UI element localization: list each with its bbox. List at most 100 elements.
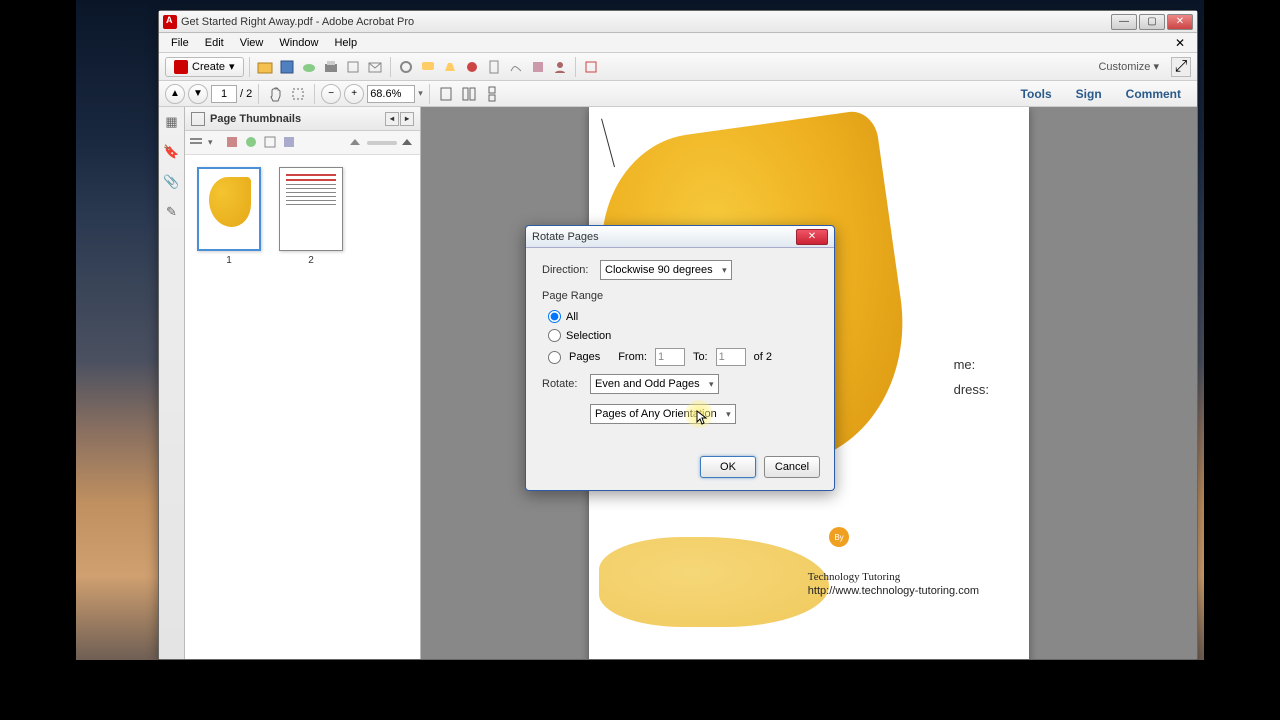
left-rail: ▦ 🔖 📎 ✎ bbox=[159, 107, 185, 659]
fit-width-icon[interactable] bbox=[436, 84, 456, 104]
tools-tab[interactable]: Tools bbox=[1011, 84, 1062, 104]
save-icon[interactable] bbox=[277, 57, 297, 77]
tool4-icon[interactable] bbox=[282, 135, 298, 151]
scroll-icon[interactable] bbox=[482, 84, 502, 104]
page-input[interactable] bbox=[211, 85, 237, 103]
menu-file[interactable]: File bbox=[163, 35, 197, 51]
maximize-button[interactable]: ▢ bbox=[1139, 14, 1165, 30]
of-label: of 2 bbox=[754, 351, 772, 363]
dialog-title: Rotate Pages bbox=[532, 231, 796, 243]
sign-tab[interactable]: Sign bbox=[1066, 84, 1112, 104]
thumbnail-2[interactable]: 2 bbox=[279, 167, 343, 266]
email-icon[interactable] bbox=[365, 57, 385, 77]
menu-view[interactable]: View bbox=[232, 35, 272, 51]
menu-help[interactable]: Help bbox=[326, 35, 365, 51]
radio-pages[interactable] bbox=[548, 351, 561, 364]
cancel-button[interactable]: Cancel bbox=[764, 456, 820, 478]
user-icon[interactable] bbox=[550, 57, 570, 77]
tool3-icon[interactable] bbox=[263, 135, 279, 151]
zoom-out-button[interactable]: − bbox=[321, 84, 341, 104]
menu-window[interactable]: Window bbox=[271, 35, 326, 51]
zoom-chevron-icon[interactable]: ▾ bbox=[418, 88, 423, 99]
fit-page-icon[interactable] bbox=[459, 84, 479, 104]
from-input[interactable] bbox=[655, 348, 685, 366]
tool1-icon[interactable] bbox=[225, 135, 241, 151]
thumbnails-toolbar: ▾ bbox=[185, 131, 420, 155]
rotate-select[interactable]: Even and Odd Pages bbox=[590, 374, 719, 394]
thumb-label: 2 bbox=[308, 255, 314, 266]
print-icon[interactable] bbox=[321, 57, 341, 77]
zoom-input[interactable] bbox=[367, 85, 415, 103]
bookmark-icon[interactable]: 🔖 bbox=[163, 143, 181, 161]
panel-next-icon[interactable]: ▸ bbox=[400, 112, 414, 126]
thumbnail-1[interactable]: 1 bbox=[197, 167, 261, 266]
footer-name: Technology Tutoring bbox=[808, 571, 979, 583]
titlebar: Get Started Right Away.pdf - Adobe Acrob… bbox=[159, 11, 1197, 33]
minimize-button[interactable]: — bbox=[1111, 14, 1137, 30]
stamp-icon[interactable] bbox=[462, 57, 482, 77]
tool2-icon[interactable] bbox=[244, 135, 260, 151]
thumbnails-header: Page Thumbnails ◂ ▸ bbox=[185, 107, 420, 131]
nav-toolbar: ▲ ▼ / 2 − + ▾ Tools Sign Comment bbox=[159, 81, 1197, 107]
menu-edit[interactable]: Edit bbox=[197, 35, 232, 51]
create-label: Create bbox=[192, 61, 225, 73]
sign-icon[interactable] bbox=[506, 57, 526, 77]
zoom-slider[interactable] bbox=[367, 141, 397, 145]
prev-page-button[interactable]: ▲ bbox=[165, 84, 185, 104]
panel-prev-icon[interactable]: ◂ bbox=[385, 112, 399, 126]
crop-icon[interactable] bbox=[581, 57, 601, 77]
options-icon[interactable] bbox=[189, 135, 205, 151]
main-toolbar: Create ▾ Customize ▾ ⤢ bbox=[159, 53, 1197, 81]
dialog-titlebar[interactable]: Rotate Pages ✕ bbox=[526, 226, 834, 248]
footer-url: http://www.technology-tutoring.com bbox=[808, 585, 979, 597]
rotate-label: Rotate: bbox=[542, 378, 582, 390]
comment-tab[interactable]: Comment bbox=[1116, 84, 1191, 104]
direction-select[interactable]: Clockwise 90 degrees bbox=[600, 260, 732, 280]
doc-close-icon[interactable]: ✕ bbox=[1167, 34, 1193, 52]
panel-title: Page Thumbnails bbox=[210, 113, 301, 125]
direction-label: Direction: bbox=[542, 264, 592, 276]
thumb-label: 1 bbox=[226, 255, 232, 266]
pdf-icon bbox=[174, 60, 188, 74]
zoom-in-button[interactable]: + bbox=[344, 84, 364, 104]
thumbnails-panel: Page Thumbnails ◂ ▸ ▾ bbox=[185, 107, 421, 659]
zoom-sm-icon[interactable] bbox=[348, 135, 364, 151]
attach-icon[interactable] bbox=[484, 57, 504, 77]
page-total: 2 bbox=[246, 88, 252, 100]
chevron-down-icon: ▾ bbox=[229, 60, 235, 73]
customize-button[interactable]: Customize ▾ bbox=[1092, 58, 1165, 75]
share-icon[interactable] bbox=[343, 57, 363, 77]
attachment-icon[interactable]: 📎 bbox=[163, 173, 181, 191]
orientation-select[interactable]: Pages of Any Orientation bbox=[590, 404, 736, 424]
ok-button[interactable]: OK bbox=[700, 456, 756, 478]
radio-all-label: All bbox=[566, 311, 578, 323]
window-title: Get Started Right Away.pdf - Adobe Acrob… bbox=[181, 16, 1111, 28]
create-button[interactable]: Create ▾ bbox=[165, 57, 244, 77]
comment-icon[interactable] bbox=[418, 57, 438, 77]
radio-all[interactable] bbox=[548, 310, 561, 323]
close-button[interactable]: ✕ bbox=[1167, 14, 1193, 30]
gear-icon[interactable] bbox=[396, 57, 416, 77]
to-label: To: bbox=[693, 351, 708, 363]
radio-selection[interactable] bbox=[548, 329, 561, 342]
dialog-close-button[interactable]: ✕ bbox=[796, 229, 828, 245]
signature-icon[interactable]: ✎ bbox=[163, 203, 181, 221]
zoom-lg-icon[interactable] bbox=[400, 135, 416, 151]
thumbnails-icon[interactable]: ▦ bbox=[163, 113, 181, 131]
next-page-button[interactable]: ▼ bbox=[188, 84, 208, 104]
from-label: From: bbox=[618, 351, 647, 363]
field-address: dress: bbox=[954, 382, 989, 397]
app-icon bbox=[163, 15, 177, 29]
expand-icon[interactable]: ⤢ bbox=[1171, 57, 1191, 77]
select-tool-icon[interactable] bbox=[288, 84, 308, 104]
by-badge: By bbox=[829, 527, 849, 547]
tool-icon[interactable] bbox=[528, 57, 548, 77]
cloud-icon[interactable] bbox=[299, 57, 319, 77]
open-icon[interactable] bbox=[255, 57, 275, 77]
field-name: me: bbox=[954, 357, 989, 372]
highlight-icon[interactable] bbox=[440, 57, 460, 77]
hand-tool-icon[interactable] bbox=[265, 84, 285, 104]
page-range-label: Page Range bbox=[542, 290, 818, 302]
to-input[interactable] bbox=[716, 348, 746, 366]
dropdown-icon[interactable]: ▾ bbox=[208, 137, 213, 148]
